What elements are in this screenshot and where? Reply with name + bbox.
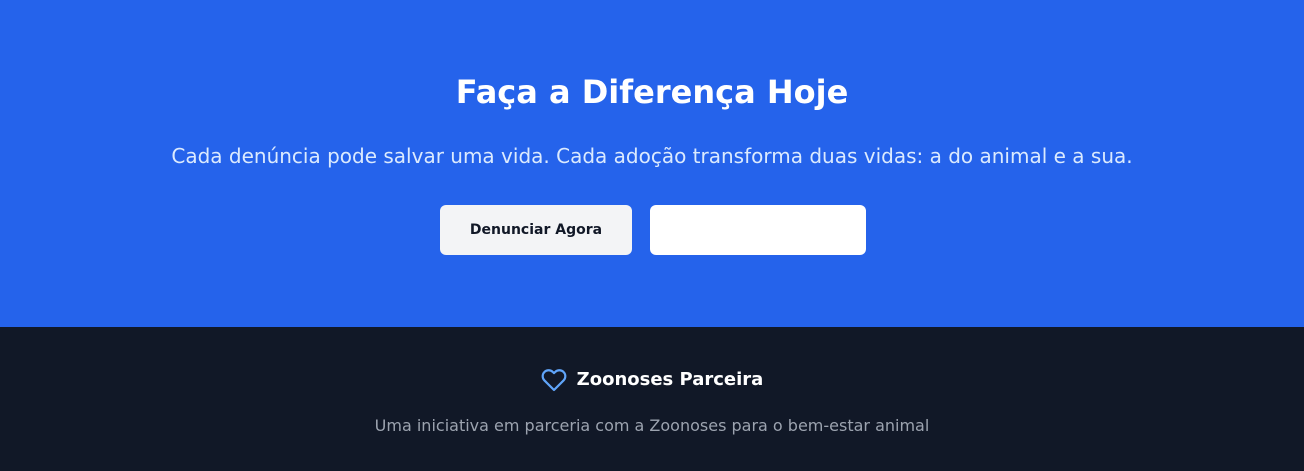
cta-section: Faça a Diferença Hoje Cada denúncia pode… <box>0 0 1304 327</box>
brand-name: Zoonoses Parceira <box>576 369 764 390</box>
footer-brand: Zoonoses Parceira <box>0 367 1304 393</box>
cta-title: Faça a Diferença Hoje <box>455 73 849 111</box>
footer-tagline: Uma iniciativa em parceria com a Zoonose… <box>374 416 930 435</box>
footer: Zoonoses Parceira Uma iniciativa em parc… <box>0 327 1304 471</box>
adopt-button[interactable] <box>650 205 866 255</box>
cta-subtitle: Cada denúncia pode salvar uma vida. Cada… <box>171 144 1133 168</box>
heart-icon <box>541 367 567 393</box>
report-now-button[interactable]: Denunciar Agora <box>440 205 632 255</box>
